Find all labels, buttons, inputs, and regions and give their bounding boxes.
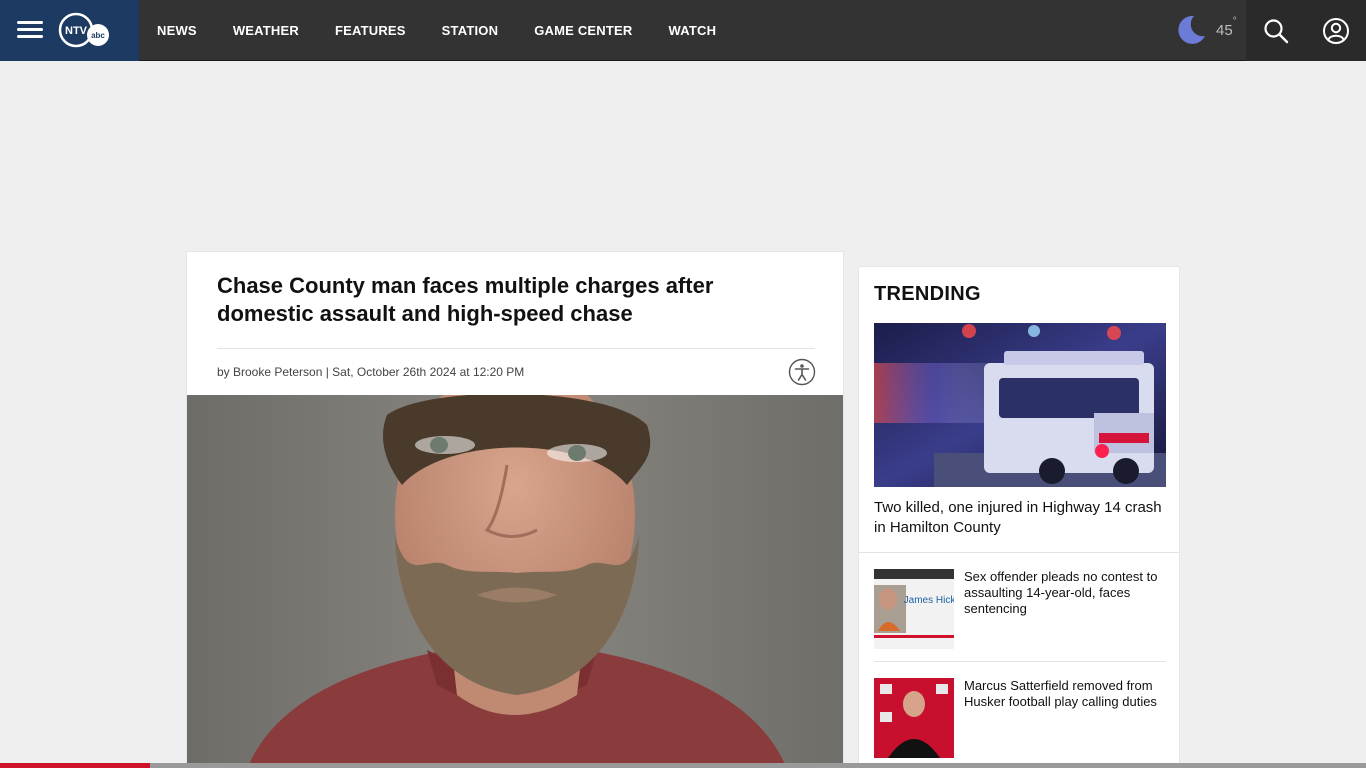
- moon-icon: [1178, 15, 1205, 44]
- trending-item-thumbnail: James Hicks: [874, 569, 954, 649]
- svg-text:abc: abc: [91, 31, 105, 40]
- search-button[interactable]: [1246, 0, 1306, 61]
- trending-divider: [874, 661, 1166, 662]
- svg-text:NEBRASKA: NEBRASKA: [894, 733, 934, 740]
- trending-item-thumbnail: NEBRASKA: [874, 678, 954, 758]
- trending-item[interactable]: NEBRASKA Marcus Satterfield removed from…: [874, 678, 1166, 758]
- search-icon: [1264, 18, 1289, 43]
- main-nav: NEWS WEATHER FEATURES STATION GAME CENTE…: [139, 0, 734, 61]
- nav-weather[interactable]: WEATHER: [215, 0, 317, 61]
- trending-heading: TRENDING: [874, 283, 981, 305]
- trending-item-title: Sex offender pleads no contest to assaul…: [964, 569, 1158, 616]
- trending-item[interactable]: James Hicks Sex offender pleads no conte…: [874, 569, 1166, 649]
- reading-progress-bar: [0, 763, 1366, 768]
- nav-news[interactable]: NEWS: [139, 0, 215, 61]
- accessibility-icon[interactable]: [788, 358, 816, 386]
- nav-station[interactable]: STATION: [424, 0, 517, 61]
- trending-featured-title[interactable]: Two killed, one injured in Highway 14 cr…: [874, 498, 1166, 538]
- trending-divider: [859, 552, 1179, 553]
- article-mugshot-image[interactable]: [187, 395, 844, 768]
- article-headline: Chase County man faces multiple charges …: [217, 273, 714, 326]
- weather-widget[interactable]: 45°: [1172, 12, 1237, 48]
- nav-game-center[interactable]: GAME CENTER: [516, 0, 650, 61]
- trending-item-title: Marcus Satterfield removed from Husker f…: [964, 678, 1157, 709]
- headline-divider: [217, 348, 815, 349]
- weather-temperature: 45°: [1216, 15, 1237, 39]
- nav-watch[interactable]: WATCH: [650, 0, 734, 61]
- article-byline: by Brooke Peterson | Sat, October 26th 2…: [217, 365, 525, 379]
- trending-featured-image[interactable]: [874, 323, 1166, 487]
- svg-text:NTV: NTV: [65, 25, 88, 37]
- svg-text:James Hicks: James Hicks: [904, 595, 954, 606]
- trending-sidebar: TRENDING Two killed, one injured in High…: [858, 266, 1180, 768]
- account-button[interactable]: [1306, 0, 1366, 61]
- top-navigation-bar: NTV abc NEWS WEATHER FEATURES STATION GA…: [0, 0, 1366, 61]
- reading-progress-fill: [0, 763, 151, 768]
- menu-icon[interactable]: [14, 17, 46, 43]
- station-logo[interactable]: NTV abc: [58, 11, 112, 49]
- nav-features[interactable]: FEATURES: [317, 0, 424, 61]
- article-card: Chase County man faces multiple charges …: [186, 251, 844, 768]
- account-icon: [1323, 17, 1349, 44]
- brand-block: NTV abc: [0, 0, 139, 61]
